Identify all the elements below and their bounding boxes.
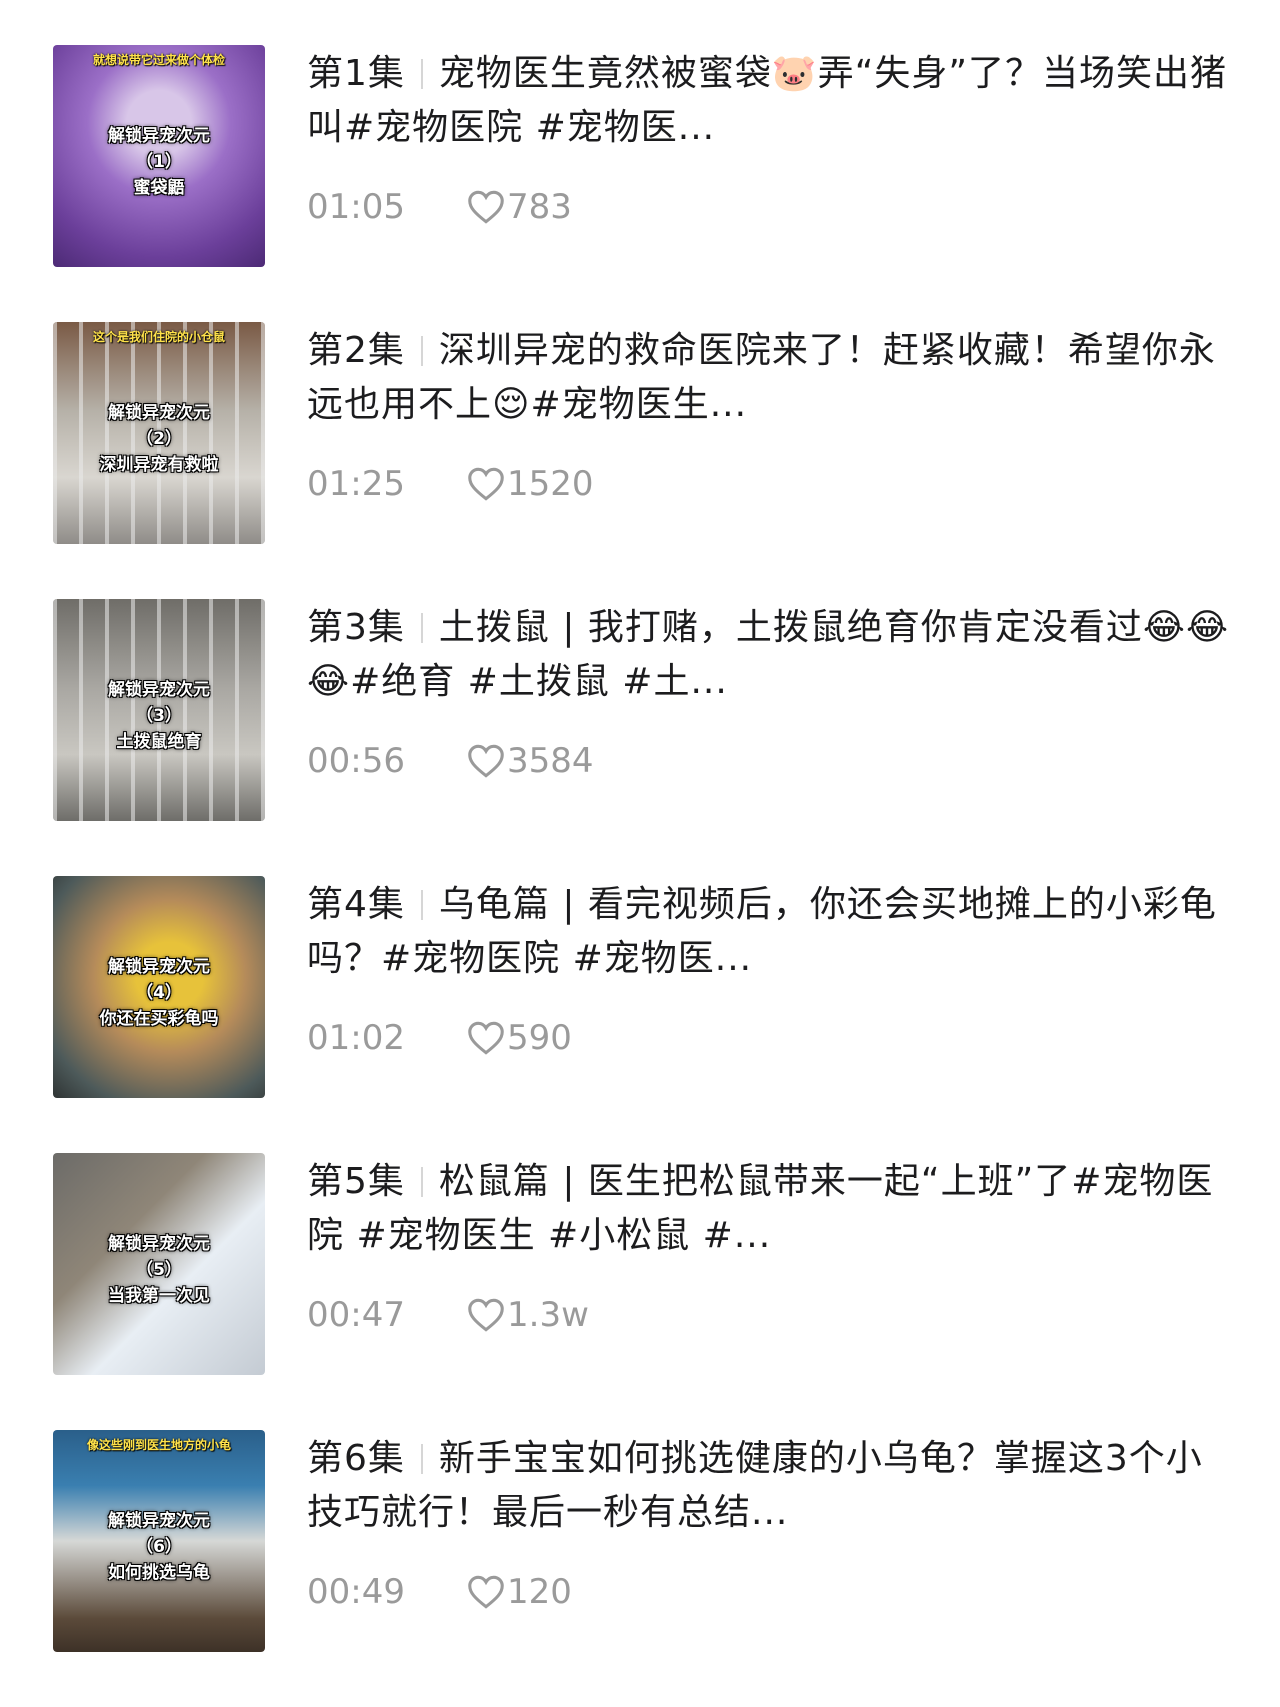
episode-number: 第5集 [307, 1161, 405, 1202]
episode-stats: 01:25 1520 [307, 462, 594, 506]
episode-likes: 1520 [507, 464, 594, 504]
list-item[interactable]: 解锁异宠次元 （5） 当我第一次见 第5集 松鼠篇 | 医生把松鼠带来一起“上班”… [0, 1153, 1280, 1376]
episode-title-text: 深圳异宠的救命医院来了！赶紧收藏！希望你永远也用不上😌#宠物医生... [307, 330, 1216, 425]
heart-icon [468, 744, 504, 778]
episode-likes: 590 [507, 1018, 572, 1058]
episode-stats: 00:56 3584 [307, 739, 594, 783]
title-separator [420, 59, 423, 89]
episode-title[interactable]: 第1集 宠物医生竟然被蜜袋🐷弄“失身”了？当场笑出猪叫#宠物医院 #宠物医... [307, 47, 1237, 155]
episode-title[interactable]: 第2集 深圳异宠的救命医院来了！赶紧收藏！希望你永远也用不上😌#宠物医生... [307, 324, 1237, 432]
thumbnail-caption: 解锁异宠次元 （1） 蜜袋鼯 [53, 123, 265, 201]
heart-icon [468, 1575, 504, 1609]
video-thumbnail[interactable]: 这个是我们住院的小仓鼠 解锁异宠次元 （2） 深圳异宠有救啦 [53, 322, 265, 544]
thumbnail-caption-line: （5） [136, 1260, 182, 1280]
episode-stats: 01:05 783 [307, 185, 572, 229]
video-thumbnail[interactable]: 就想说带它过来做个体检 解锁异宠次元 （1） 蜜袋鼯 [53, 45, 265, 267]
title-separator [420, 1167, 423, 1197]
thumbnail-caption-line: （6） [136, 1537, 182, 1557]
episode-title-text: 土拨鼠 | 我打赌，土拨鼠绝育你肯定没看过😂😂😂#绝育 #土拨鼠 #土... [307, 607, 1230, 702]
video-thumbnail[interactable]: 像这些刚到医生地方的小龟 解锁异宠次元 （6） 如何挑选乌龟 [53, 1430, 265, 1652]
episode-list: 就想说带它过来做个体检 解锁异宠次元 （1） 蜜袋鼯 第1集 宠物医生竟然被蜜袋🐷… [0, 45, 1280, 1707]
thumbnail-caption-line: 解锁异宠次元 [108, 1234, 210, 1254]
episode-duration: 01:02 [307, 1018, 405, 1058]
list-item[interactable]: 这个是我们住院的小仓鼠 解锁异宠次元 （2） 深圳异宠有救啦 第2集 深圳异宠的救… [0, 322, 1280, 545]
thumbnail-caption: 解锁异宠次元 （4） 你还在买彩龟吗 [53, 954, 265, 1032]
episode-duration: 00:56 [307, 741, 405, 781]
title-separator [420, 1444, 423, 1474]
thumbnail-banner: 就想说带它过来做个体检 [92, 53, 225, 67]
episode-meta: 第3集 土拨鼠 | 我打赌，土拨鼠绝育你肯定没看过😂😂😂#绝育 #土拨鼠 #土..… [307, 599, 1237, 781]
thumbnail-caption: 解锁异宠次元 （2） 深圳异宠有救啦 [53, 400, 265, 478]
thumbnail-caption-line: 土拨鼠绝育 [116, 732, 202, 752]
heart-icon [468, 190, 504, 224]
title-separator [420, 336, 423, 366]
title-separator [420, 613, 423, 643]
list-item[interactable]: 就想说带它过来做个体检 解锁异宠次元 （1） 蜜袋鼯 第1集 宠物医生竟然被蜜袋🐷… [0, 45, 1280, 268]
heart-icon [468, 1298, 504, 1332]
episode-duration: 01:25 [307, 464, 405, 504]
thumbnail-caption-line: 解锁异宠次元 [108, 1511, 210, 1531]
episode-meta: 第5集 松鼠篇 | 医生把松鼠带来一起“上班”了#宠物医院 #宠物医生 #小松鼠 … [307, 1153, 1237, 1335]
thumbnail-caption: 解锁异宠次元 （3） 土拨鼠绝育 [53, 677, 265, 755]
episode-likes: 1.3w [507, 1295, 589, 1335]
thumbnail-banner: 像这些刚到医生地方的小龟 [86, 1438, 231, 1452]
episode-stats: 00:47 1.3w [307, 1293, 589, 1337]
thumbnail-caption-line: 蜜袋鼯 [133, 178, 185, 198]
thumbnail-caption-line: 深圳异宠有救啦 [99, 455, 219, 475]
episode-number: 第3集 [307, 607, 405, 648]
thumbnail-caption-line: 解锁异宠次元 [108, 126, 210, 146]
episode-title[interactable]: 第4集 乌龟篇 | 看完视频后，你还会买地摊上的小彩龟吗？#宠物医院 #宠物医..… [307, 878, 1237, 986]
episode-title[interactable]: 第5集 松鼠篇 | 医生把松鼠带来一起“上班”了#宠物医院 #宠物医生 #小松鼠 … [307, 1155, 1237, 1263]
episode-title-text: 松鼠篇 | 医生把松鼠带来一起“上班”了#宠物医院 #宠物医生 #小松鼠 #..… [307, 1161, 1214, 1256]
episode-stats: 01:02 590 [307, 1016, 572, 1060]
episode-duration: 00:49 [307, 1572, 405, 1612]
thumbnail-caption-line: 当我第一次见 [108, 1286, 210, 1306]
episode-number: 第1集 [307, 53, 405, 94]
title-separator [420, 890, 423, 920]
episode-title-text: 新手宝宝如何挑选健康的小乌龟？掌握这3个小技巧就行！最后一秒有总结... [307, 1438, 1203, 1533]
heart-icon [468, 1021, 504, 1055]
thumbnail-caption-line: 解锁异宠次元 [108, 403, 210, 423]
list-item[interactable]: 解锁异宠次元 （3） 土拨鼠绝育 第3集 土拨鼠 | 我打赌，土拨鼠绝育你肯定没看… [0, 599, 1280, 822]
episode-number: 第6集 [307, 1438, 405, 1479]
episode-duration: 01:05 [307, 187, 405, 227]
thumbnail-banner: 这个是我们住院的小仓鼠 [92, 330, 225, 344]
thumbnail-caption: 解锁异宠次元 （6） 如何挑选乌龟 [53, 1508, 265, 1586]
episode-meta: 第4集 乌龟篇 | 看完视频后，你还会买地摊上的小彩龟吗？#宠物医院 #宠物医..… [307, 876, 1237, 1058]
list-item[interactable]: 像这些刚到医生地方的小龟 解锁异宠次元 （6） 如何挑选乌龟 第6集 新手宝宝如何… [0, 1430, 1280, 1653]
episode-title[interactable]: 第6集 新手宝宝如何挑选健康的小乌龟？掌握这3个小技巧就行！最后一秒有总结... [307, 1432, 1237, 1540]
thumbnail-caption-line: 解锁异宠次元 [108, 957, 210, 977]
episode-likes: 783 [507, 187, 572, 227]
thumbnail-caption-line: （2） [136, 429, 182, 449]
video-thumbnail[interactable]: 解锁异宠次元 （4） 你还在买彩龟吗 [53, 876, 265, 1098]
heart-icon [468, 467, 504, 501]
thumbnail-caption-line: （1） [136, 152, 182, 172]
thumbnail-caption-line: （4） [136, 983, 182, 1003]
episode-duration: 00:47 [307, 1295, 405, 1335]
episode-title[interactable]: 第3集 土拨鼠 | 我打赌，土拨鼠绝育你肯定没看过😂😂😂#绝育 #土拨鼠 #土..… [307, 601, 1237, 709]
episode-meta: 第1集 宠物医生竟然被蜜袋🐷弄“失身”了？当场笑出猪叫#宠物医院 #宠物医... … [307, 45, 1237, 227]
episode-number: 第4集 [307, 884, 405, 925]
thumbnail-caption-line: 解锁异宠次元 [108, 680, 210, 700]
thumbnail-caption-line: 你还在买彩龟吗 [99, 1009, 219, 1029]
thumbnail-caption-line: 如何挑选乌龟 [108, 1563, 210, 1583]
video-thumbnail[interactable]: 解锁异宠次元 （3） 土拨鼠绝育 [53, 599, 265, 821]
thumbnail-caption-line: （3） [136, 706, 182, 726]
video-thumbnail[interactable]: 解锁异宠次元 （5） 当我第一次见 [53, 1153, 265, 1375]
episode-title-text: 宠物医生竟然被蜜袋🐷弄“失身”了？当场笑出猪叫#宠物医院 #宠物医... [307, 53, 1228, 148]
list-item[interactable]: 解锁异宠次元 （4） 你还在买彩龟吗 第4集 乌龟篇 | 看完视频后，你还会买地摊… [0, 876, 1280, 1099]
episode-likes: 120 [507, 1572, 572, 1612]
episode-likes: 3584 [507, 741, 594, 781]
thumbnail-caption: 解锁异宠次元 （5） 当我第一次见 [53, 1231, 265, 1309]
episode-number: 第2集 [307, 330, 405, 371]
episode-meta: 第6集 新手宝宝如何挑选健康的小乌龟？掌握这3个小技巧就行！最后一秒有总结... … [307, 1430, 1237, 1612]
episode-stats: 00:49 120 [307, 1570, 572, 1614]
episode-title-text: 乌龟篇 | 看完视频后，你还会买地摊上的小彩龟吗？#宠物医院 #宠物医... [307, 884, 1217, 979]
episode-meta: 第2集 深圳异宠的救命医院来了！赶紧收藏！希望你永远也用不上😌#宠物医生... 0… [307, 322, 1237, 504]
